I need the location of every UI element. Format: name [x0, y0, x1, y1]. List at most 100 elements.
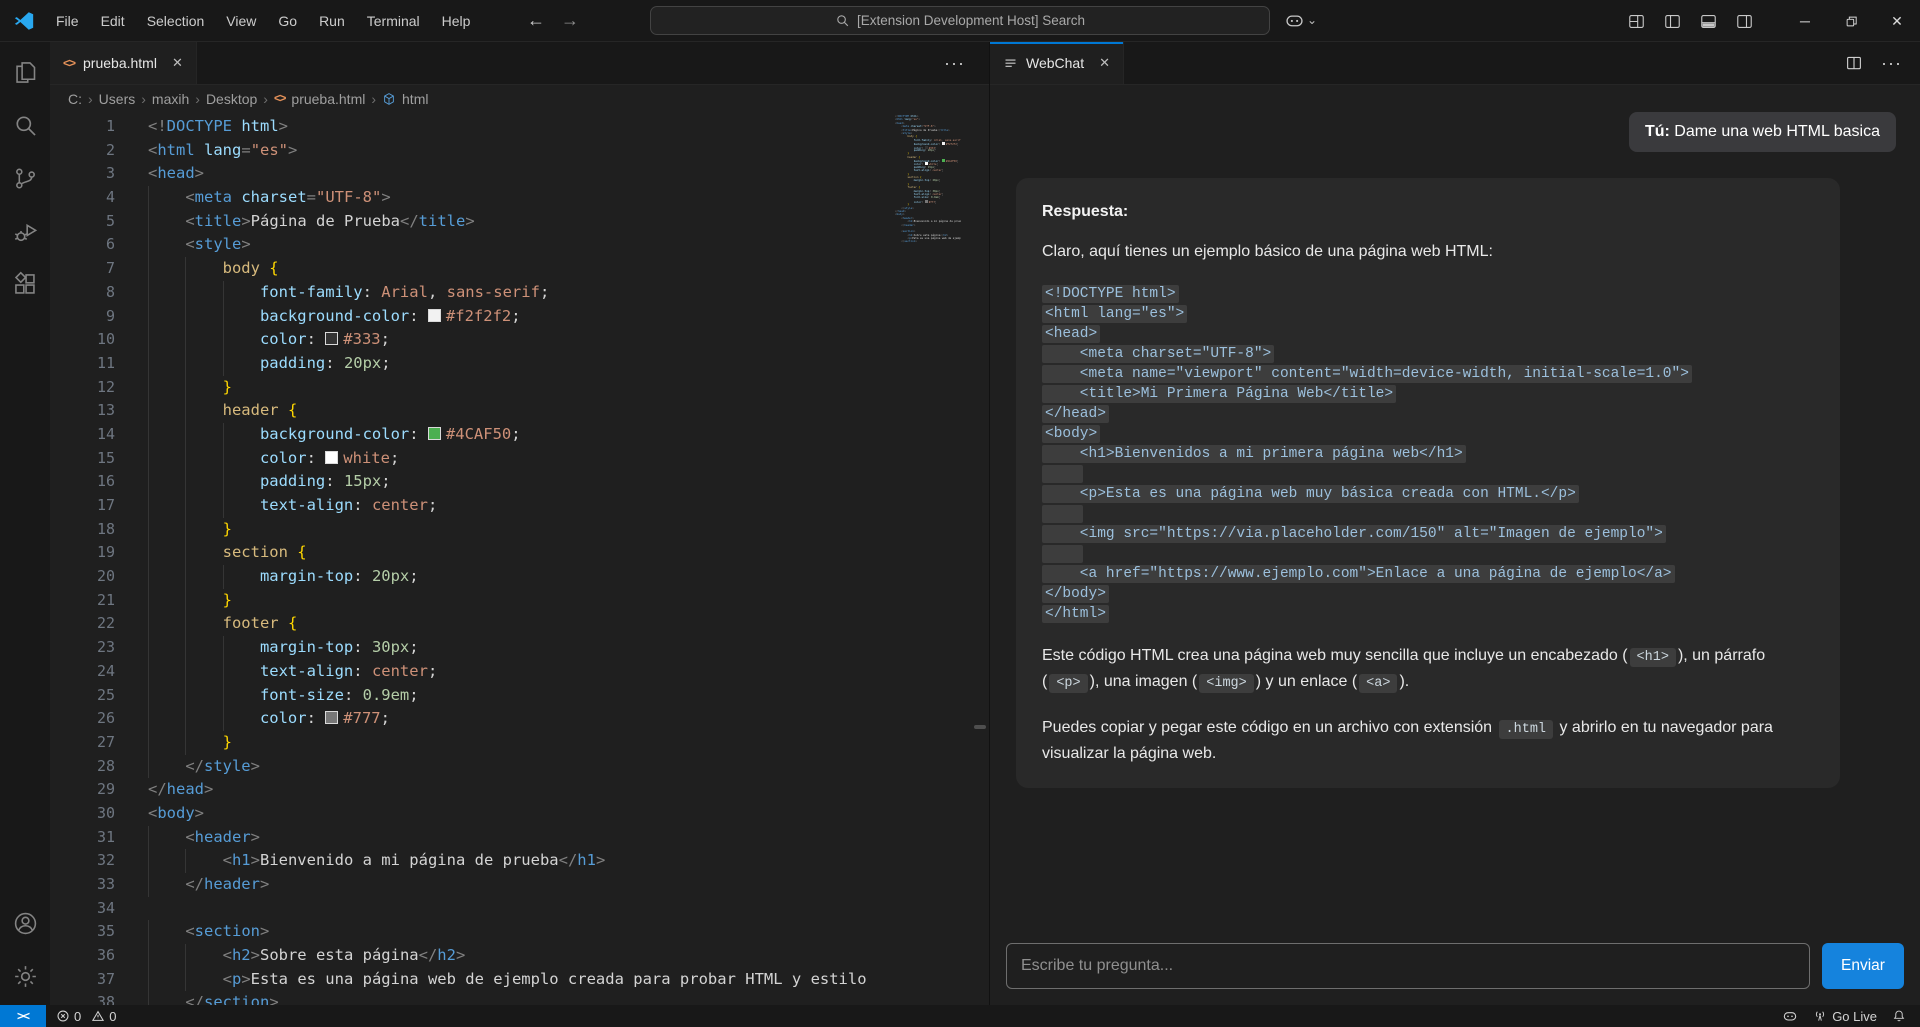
line-number: 22 — [50, 612, 115, 636]
tab-close-icon[interactable]: ✕ — [172, 55, 183, 71]
color-swatch[interactable] — [925, 200, 928, 203]
panel-more-actions-icon[interactable]: ··· — [1881, 53, 1902, 74]
copilot-status-icon[interactable] — [1782, 1008, 1798, 1024]
search-view-icon[interactable] — [0, 99, 50, 152]
source-control-icon[interactable] — [0, 152, 50, 205]
nav-back-icon[interactable]: ← — [522, 0, 550, 42]
indent-guide — [185, 636, 222, 660]
indent-guide — [223, 494, 260, 518]
close-window-button[interactable]: ✕ — [1874, 0, 1920, 42]
menu-selection[interactable]: Selection — [136, 0, 216, 42]
color-swatch[interactable] — [942, 159, 945, 162]
code-line: color: #333; — [148, 328, 989, 352]
copilot-icon — [1284, 10, 1305, 31]
breadcrumb-item[interactable]: Users — [99, 91, 136, 107]
send-button[interactable]: Enviar — [1822, 943, 1904, 989]
code-line: margin-top: 30px; — [148, 636, 989, 660]
chat-code-line: <!DOCTYPE html> — [1042, 284, 1814, 304]
minimize-button[interactable]: ─ — [1782, 0, 1828, 42]
breadcrumb: C:›Users›maxih›Desktop›<>prueba.html›htm… — [50, 85, 989, 113]
chat-code-line: <head> — [1042, 324, 1814, 344]
indent-guide — [223, 352, 260, 376]
panel-tab-bar: WebChat ✕ ··· — [990, 42, 1920, 85]
chat-messages: Tú: Dame una web HTML basica Respuesta: … — [990, 85, 1920, 943]
indent-guide — [223, 305, 260, 329]
line-number: 2 — [50, 139, 115, 163]
chat-code-line: <meta charset="UTF-8"> — [1042, 344, 1814, 364]
menu-go[interactable]: Go — [267, 0, 308, 42]
breadcrumb-item[interactable]: prueba.html — [291, 91, 365, 107]
menu-edit[interactable]: Edit — [90, 0, 136, 42]
indent-guide — [148, 873, 185, 897]
chat-code-block: <!DOCTYPE html><html lang="es"><head> <m… — [1042, 284, 1814, 624]
code-line: section { — [148, 541, 989, 565]
indent-guide — [148, 589, 185, 613]
settings-gear-icon[interactable] — [0, 950, 50, 1003]
chat-input[interactable] — [1006, 943, 1810, 989]
tab-label: prueba.html — [83, 55, 157, 71]
indent-guide — [148, 755, 185, 779]
command-center-search[interactable]: [Extension Development Host] Search — [650, 6, 1270, 35]
go-live-button[interactable]: Go Live — [1813, 1009, 1877, 1024]
remote-indicator[interactable]: >< — [0, 1005, 46, 1027]
menu-terminal[interactable]: Terminal — [356, 0, 431, 42]
code-lines: <!DOCTYPE html><html lang="es"><head><me… — [148, 115, 989, 1005]
tab-close-icon[interactable]: ✕ — [1099, 55, 1110, 71]
color-swatch[interactable] — [428, 309, 441, 322]
editor-scrollbar-handle[interactable] — [974, 725, 986, 729]
error-icon — [56, 1009, 70, 1023]
copilot-button[interactable]: ⌄ — [1284, 6, 1317, 35]
indent-guide — [148, 376, 185, 400]
title-bar: FileEditSelectionViewGoRunTerminalHelp ←… — [0, 0, 1920, 42]
indent-guide — [185, 589, 222, 613]
code-line: <title>Página de Prueba</title> — [148, 210, 989, 234]
bell-icon[interactable] — [1892, 1009, 1906, 1023]
go-live-label: Go Live — [1832, 1009, 1877, 1024]
extensions-icon[interactable] — [0, 258, 50, 311]
inline-code-chip: .html — [1499, 720, 1554, 739]
chat-explanation: Este código HTML crea una página web muy… — [1042, 644, 1814, 766]
toggle-panel-icon[interactable] — [1699, 12, 1718, 31]
restore-button[interactable] — [1828, 0, 1874, 42]
toggle-sidebar-icon[interactable] — [1663, 12, 1682, 31]
explorer-icon[interactable] — [0, 46, 50, 99]
chat-code-line: <html lang="es"> — [1042, 304, 1814, 324]
code-line: <meta charset="UTF-8"> — [148, 186, 989, 210]
editor-more-actions-icon[interactable]: ··· — [920, 53, 989, 74]
chat-code-line: </head> — [1042, 404, 1814, 424]
run-debug-icon[interactable] — [0, 205, 50, 258]
color-swatch[interactable] — [325, 451, 338, 464]
tab-prueba-html[interactable]: <> prueba.html ✕ — [50, 42, 197, 84]
line-number: 12 — [50, 376, 115, 400]
html-file-icon: <> — [274, 93, 285, 105]
breadcrumb-item[interactable]: maxih — [152, 91, 189, 107]
code-editor[interactable]: 1234567891011121314151617181920212223242… — [50, 113, 989, 1005]
toggle-secondary-sidebar-icon[interactable] — [1735, 12, 1754, 31]
menu-run[interactable]: Run — [308, 0, 356, 42]
indent-guide — [223, 470, 260, 494]
breadcrumb-item[interactable]: Desktop — [206, 91, 257, 107]
menu-help[interactable]: Help — [431, 0, 482, 42]
indent-guide — [148, 233, 185, 257]
code-line: <p>Esta es una página web de ejemplo cre… — [148, 968, 989, 992]
tab-webchat[interactable]: WebChat ✕ — [990, 42, 1124, 84]
color-swatch[interactable] — [325, 332, 338, 345]
color-swatch[interactable] — [942, 142, 945, 145]
line-number: 37 — [50, 968, 115, 992]
line-number: 19 — [50, 541, 115, 565]
line-number: 36 — [50, 944, 115, 968]
breadcrumb-item[interactable]: C: — [68, 91, 82, 107]
color-swatch[interactable] — [325, 711, 338, 724]
split-editor-icon[interactable] — [1845, 54, 1863, 72]
error-count: 0 — [74, 1009, 81, 1024]
color-swatch[interactable] — [428, 427, 441, 440]
menu-file[interactable]: File — [45, 0, 90, 42]
menu-view[interactable]: View — [215, 0, 267, 42]
breadcrumb-item[interactable]: html — [402, 91, 428, 107]
nav-forward-icon[interactable]: → — [556, 0, 584, 42]
account-icon[interactable] — [0, 897, 50, 950]
minimap[interactable]: <!DOCTYPE html><html lang="es"><head> <m… — [895, 115, 961, 244]
customize-layout-icon[interactable] — [1627, 12, 1646, 31]
code-line: background-color: #f2f2f2; — [148, 305, 989, 329]
problems-status[interactable]: 0 0 — [46, 1009, 126, 1024]
